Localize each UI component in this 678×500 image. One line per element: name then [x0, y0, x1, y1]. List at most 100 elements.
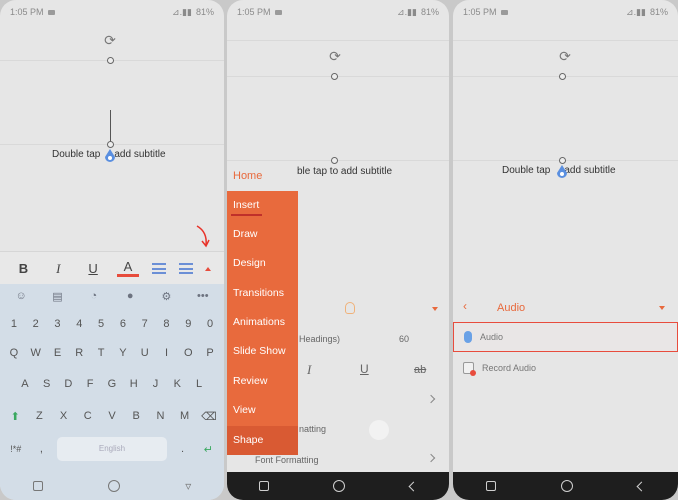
menu-item-slide-show[interactable]: Slide Show	[227, 337, 298, 366]
bold-button[interactable]: B	[12, 261, 34, 276]
key-w[interactable]: W	[26, 347, 46, 359]
subtitle-placeholder[interactable]: ble tap to add subtitle	[297, 166, 392, 177]
key-y[interactable]: Y	[113, 347, 133, 359]
font-formatting-label[interactable]: Font Formatting	[255, 455, 319, 465]
key-i[interactable]: I	[156, 347, 176, 359]
chevron-right-icon[interactable]	[426, 394, 436, 404]
key-u[interactable]: U	[135, 347, 155, 359]
key-k[interactable]: K	[167, 378, 187, 390]
panel-expand-icon[interactable]	[659, 306, 665, 310]
menu-item-shape[interactable]: Shape	[227, 426, 298, 455]
resize-handle[interactable]	[559, 73, 566, 80]
key-x[interactable]: X	[54, 410, 74, 423]
back-icon[interactable]	[408, 481, 419, 491]
symbols-key[interactable]: !*#	[6, 444, 26, 454]
key-v[interactable]: V	[102, 410, 122, 423]
key-m[interactable]: M	[175, 410, 195, 423]
numbered-list-icon[interactable]	[178, 263, 193, 274]
back-icon[interactable]	[636, 481, 647, 491]
key-c[interactable]: C	[78, 410, 98, 423]
panel-expand-icon[interactable]	[432, 307, 438, 311]
sticker-icon[interactable]: ◔	[84, 290, 104, 303]
font-size-value[interactable]: 60	[399, 334, 409, 344]
clipboard-icon[interactable]: ▤	[47, 290, 67, 303]
home-icon[interactable]	[107, 480, 120, 492]
key-n[interactable]: N	[150, 410, 170, 423]
key-1[interactable]: 1	[4, 318, 24, 330]
menu-item-draw[interactable]: Draw	[227, 220, 298, 249]
key-2[interactable]: 2	[26, 318, 46, 330]
resize-handle[interactable]	[331, 73, 338, 80]
key-p[interactable]: P	[200, 347, 220, 359]
key-z[interactable]: Z	[29, 410, 49, 423]
resize-handle[interactable]	[559, 157, 566, 164]
key-j[interactable]: J	[145, 378, 165, 390]
settings-icon[interactable]: ⚙	[156, 290, 176, 303]
keyboard-hide-icon[interactable]: ▿	[185, 479, 191, 493]
key-g[interactable]: G	[102, 378, 122, 390]
key-8[interactable]: 8	[156, 318, 176, 330]
resize-handle[interactable]	[331, 157, 338, 164]
home-icon[interactable]	[333, 480, 346, 492]
rotate-handle-icon[interactable]: ⟳	[102, 32, 118, 48]
key-t[interactable]: T	[91, 347, 111, 359]
key-l[interactable]: L	[189, 378, 209, 390]
key-h[interactable]: H	[124, 378, 144, 390]
underline-button[interactable]: U	[82, 261, 104, 276]
strikethrough-button[interactable]: ab	[414, 364, 426, 376]
menu-home[interactable]: Home	[233, 170, 262, 182]
microphone-icon[interactable]: ●	[120, 290, 140, 303]
chevron-right-icon[interactable]	[426, 453, 436, 463]
key-0[interactable]: 0	[200, 318, 220, 330]
text-cursor-drop-icon[interactable]	[556, 165, 568, 179]
space-key[interactable]: English	[56, 437, 167, 461]
key-s[interactable]: S	[37, 378, 57, 390]
rotate-handle-icon[interactable]: ⟳	[327, 48, 343, 64]
backspace-icon[interactable]: ⌫	[199, 410, 219, 423]
resize-handle[interactable]	[107, 57, 114, 64]
recent-apps-icon[interactable]	[32, 481, 43, 491]
period-key[interactable]: .	[173, 443, 193, 455]
font-color-button[interactable]: A	[116, 260, 139, 277]
resize-handle[interactable]	[107, 141, 114, 148]
key-4[interactable]: 4	[69, 318, 89, 330]
key-a[interactable]: A	[15, 378, 35, 390]
key-5[interactable]: 5	[91, 318, 111, 330]
key-r[interactable]: R	[69, 347, 89, 359]
menu-item-design[interactable]: Design	[227, 249, 298, 278]
key-o[interactable]: O	[178, 347, 198, 359]
rotate-handle-icon[interactable]: ⟳	[557, 48, 573, 64]
key-3[interactable]: 3	[47, 318, 67, 330]
comma-key[interactable]: ,	[31, 443, 51, 455]
key-f[interactable]: F	[80, 378, 100, 390]
key-b[interactable]: B	[126, 410, 146, 423]
key-e[interactable]: E	[47, 347, 67, 359]
shift-icon[interactable]: ⬆	[5, 410, 25, 423]
recent-apps-icon[interactable]	[259, 481, 270, 491]
expand-toolbar-icon[interactable]	[205, 266, 212, 271]
menu-item-view[interactable]: View	[227, 396, 298, 425]
menu-item-transitions[interactable]: Transitions	[227, 279, 298, 308]
menu-item-animations[interactable]: Animations	[227, 308, 298, 337]
underline-button[interactable]: U	[360, 362, 369, 376]
enter-icon[interactable]: ↵	[198, 443, 218, 456]
italic-button[interactable]: I	[47, 261, 69, 277]
key-d[interactable]: D	[58, 378, 78, 390]
key-6[interactable]: 6	[113, 318, 133, 330]
italic-button[interactable]: I	[307, 362, 311, 378]
paragraph-formatting-label[interactable]: natting	[299, 424, 326, 434]
more-icon[interactable]: •••	[193, 290, 213, 303]
record-audio-option[interactable]: Record Audio	[453, 353, 678, 383]
key-q[interactable]: Q	[4, 347, 24, 359]
home-icon[interactable]	[560, 480, 573, 492]
text-cursor-drop-icon[interactable]	[104, 149, 116, 163]
menu-item-insert[interactable]: Insert	[227, 191, 298, 220]
menu-item-review[interactable]: Review	[227, 367, 298, 396]
recent-apps-icon[interactable]	[485, 481, 496, 491]
back-arrow-icon[interactable]: ‹	[463, 299, 467, 313]
key-7[interactable]: 7	[135, 318, 155, 330]
key-9[interactable]: 9	[178, 318, 198, 330]
audio-option[interactable]: Audio	[453, 322, 678, 352]
emoji-icon[interactable]: ☺	[11, 290, 31, 303]
bullet-list-icon[interactable]	[151, 263, 166, 274]
